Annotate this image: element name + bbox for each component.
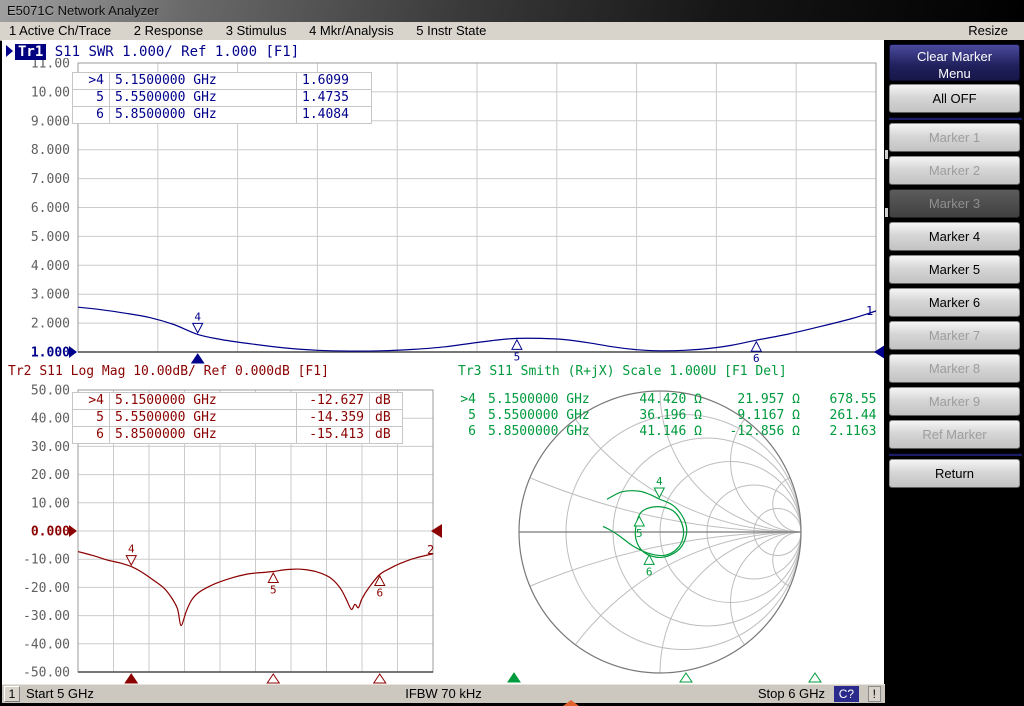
- svg-text:5: 5: [514, 350, 521, 363]
- svg-text:10.00: 10.00: [31, 496, 70, 511]
- softkey-menu-title: Clear Marker Menu: [889, 44, 1020, 81]
- svg-text:6.000: 6.000: [31, 201, 70, 216]
- svg-text:5.000: 5.000: [31, 230, 70, 245]
- trace2-tag: Tr2: [8, 364, 31, 379]
- taskbar-notification-icon: [563, 700, 579, 706]
- trace2-params: S11 Log Mag 10.00dB/ Ref 0.000dB [F1]: [39, 364, 329, 379]
- menu-mkr-analysis[interactable]: 4 Mkr/Analysis: [309, 22, 394, 40]
- tr3-marker-table: >45.1500000 GHz44.420 Ω21.957 Ω678.55 pH…: [450, 392, 902, 440]
- table-row: >45.1500000 GHz1.6099: [73, 73, 372, 90]
- svg-text:6: 6: [376, 586, 383, 599]
- calibration-status-badge: C?: [834, 686, 859, 702]
- svg-text:-20.00: -20.00: [23, 581, 70, 596]
- svg-text:11.00: 11.00: [31, 58, 70, 72]
- softkey-marker-4[interactable]: Marker 4: [889, 222, 1020, 251]
- svg-text:2.000: 2.000: [31, 317, 70, 332]
- menu-resize[interactable]: Resize: [968, 22, 1008, 40]
- softkey-sidebar: Clear Marker Menu All OFF Marker 1 Marker …: [884, 40, 1024, 686]
- trace2-header[interactable]: Tr2 S11 Log Mag 10.00dB/ Ref 0.000dB [F1…: [8, 364, 329, 380]
- svg-text:10.00: 10.00: [31, 85, 70, 100]
- table-row: 65.8500000 GHz41.146 Ω-12.856 Ω2.1163 pF: [450, 424, 902, 440]
- svg-text:-50.00: -50.00: [23, 666, 70, 681]
- svg-text:0.000: 0.000: [31, 525, 70, 540]
- menu-active-ch-trace[interactable]: 1 Active Ch/Trace: [9, 22, 111, 40]
- table-row: 55.5500000 GHz36.196 Ω9.1167 Ω261.44 pH: [450, 408, 902, 424]
- svg-text:2: 2: [427, 543, 434, 557]
- softkey-marker-6[interactable]: Marker 6: [889, 288, 1020, 317]
- tr2-marker-table: >45.1500000 GHz-12.627dB 55.5500000 GHz-…: [72, 392, 403, 444]
- trace1-header[interactable]: Tr1 S11 SWR 1.000/ Ref 1.000 [F1]: [6, 44, 299, 60]
- svg-text:9.000: 9.000: [31, 114, 70, 129]
- softkey-separator: [889, 117, 1022, 120]
- splitter-tick: [885, 150, 888, 159]
- softkey-marker-1: Marker 1: [889, 123, 1020, 152]
- table-row: >45.1500000 GHz44.420 Ω21.957 Ω678.55 pH: [450, 392, 902, 408]
- svg-text:4: 4: [128, 543, 135, 556]
- window-title: E5071C Network Analyzer: [7, 3, 159, 18]
- trace3-params: S11 Smith (R+jX) Scale 1.000U [F1 Del]: [489, 364, 786, 379]
- table-row: 55.5500000 GHz1.4735: [73, 90, 372, 107]
- svg-text:-10.00: -10.00: [23, 553, 70, 568]
- softkey-marker-2: Marker 2: [889, 156, 1020, 185]
- softkey-list: All OFF Marker 1 Marker 2 Marker 3 Marker 4 M…: [884, 84, 1024, 488]
- svg-text:7.000: 7.000: [31, 172, 70, 187]
- svg-text:5: 5: [270, 583, 277, 596]
- svg-text:4: 4: [656, 475, 663, 488]
- svg-text:3.000: 3.000: [31, 288, 70, 303]
- softkey-marker-9: Marker 9: [889, 387, 1020, 416]
- svg-text:5: 5: [636, 527, 643, 540]
- status-bar: 1 Start 5 GHz IFBW 70 kHz Stop 6 GHz C? …: [2, 684, 885, 703]
- svg-text:1: 1: [866, 304, 873, 318]
- svg-text:-30.00: -30.00: [23, 609, 70, 624]
- menu-bar: 1 Active Ch/Trace 2 Response 3 Stimulus …: [0, 22, 1024, 41]
- active-trace-arrow-icon: [6, 45, 13, 57]
- svg-text:20.00: 20.00: [31, 468, 70, 483]
- svg-text:50.00: 50.00: [31, 384, 70, 399]
- svg-text:8.000: 8.000: [31, 143, 70, 158]
- svg-text:-40.00: -40.00: [23, 637, 70, 652]
- trace3-tag: Tr3: [458, 364, 481, 379]
- svg-text:6: 6: [646, 565, 653, 578]
- softkey-ref-marker: Ref Marker: [889, 420, 1020, 449]
- svg-text:30.00: 30.00: [31, 440, 70, 455]
- table-row: 65.8500000 GHz1.4084: [73, 107, 372, 124]
- softkey-marker-3[interactable]: Marker 3: [889, 189, 1020, 218]
- softkey-return[interactable]: Return: [889, 459, 1020, 488]
- svg-text:40.00: 40.00: [31, 412, 70, 427]
- table-row: >45.1500000 GHz-12.627dB: [73, 393, 403, 410]
- softkey-all-off[interactable]: All OFF: [889, 84, 1020, 113]
- ifbw-label: IFBW 70 kHz: [2, 685, 885, 702]
- trace3-header[interactable]: Tr3 S11 Smith (R+jX) Scale 1.000U [F1 De…: [458, 364, 787, 380]
- window-title-bar[interactable]: E5071C Network Analyzer: [0, 0, 1024, 22]
- tr1-marker-table: >45.1500000 GHz1.6099 55.5500000 GHz1.47…: [72, 72, 372, 124]
- alert-indicator: !: [868, 686, 881, 702]
- stop-frequency-label: Stop 6 GHz: [758, 685, 825, 702]
- softkey-marker-5[interactable]: Marker 5: [889, 255, 1020, 284]
- svg-text:4.000: 4.000: [31, 259, 70, 274]
- svg-text:1.000: 1.000: [31, 346, 70, 361]
- svg-text:4: 4: [194, 310, 201, 323]
- trace1-tag: Tr1: [15, 44, 46, 60]
- menu-instr-state[interactable]: 5 Instr State: [416, 22, 486, 40]
- trace1-params: S11 SWR 1.000/ Ref 1.000 [F1]: [55, 44, 299, 60]
- menu-response[interactable]: 2 Response: [134, 22, 203, 40]
- splitter-tick: [885, 208, 888, 217]
- softkey-marker-8: Marker 8: [889, 354, 1020, 383]
- softkey-separator: [889, 453, 1022, 456]
- table-row: 65.8500000 GHz-15.413dB: [73, 427, 403, 444]
- softkey-marker-7: Marker 7: [889, 321, 1020, 350]
- menu-stimulus[interactable]: 3 Stimulus: [226, 22, 287, 40]
- table-row: 55.5500000 GHz-14.359dB: [73, 410, 403, 427]
